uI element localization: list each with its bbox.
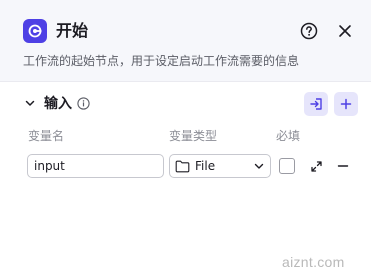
input-section-header[interactable]: 输入 [24, 92, 91, 114]
variable-type-select[interactable]: File [169, 154, 271, 178]
column-header-type: 变量类型 [169, 129, 218, 143]
chevron-down-icon [254, 163, 264, 169]
import-icon [310, 98, 322, 110]
panel-header: 开始 工作流的起始节点，用于设定启动工作流需要的信息 [0, 0, 371, 82]
variable-name-input[interactable]: input [27, 154, 164, 178]
close-button[interactable] [334, 20, 356, 42]
column-header-name: 变量名 [28, 129, 65, 143]
folder-icon [175, 160, 190, 172]
variable-type-value: File [195, 159, 216, 173]
required-checkbox[interactable] [279, 158, 295, 174]
plus-icon [340, 98, 352, 110]
node-title: 开始 [56, 21, 89, 40]
info-circle-icon[interactable] [77, 96, 91, 110]
chevron-down-icon[interactable] [24, 96, 38, 110]
column-header-required: 必填 [276, 129, 301, 143]
help-button[interactable] [298, 20, 320, 42]
question-circle-icon [300, 22, 318, 40]
start-node-icon [23, 19, 47, 43]
close-icon [339, 25, 351, 37]
remove-variable-button[interactable] [335, 158, 351, 174]
expand-icon [310, 160, 322, 172]
add-variable-button[interactable] [334, 92, 358, 116]
watermark: aiznt.com [282, 254, 345, 270]
minus-icon [337, 165, 349, 167]
input-section-title: 输入 [44, 96, 72, 112]
expand-variable-button[interactable] [308, 158, 324, 174]
start-node-panel: 开始 工作流的起始节点，用于设定启动工作流需要的信息 输入 变量名 变量类型 必… [0, 0, 371, 280]
node-description: 工作流的起始节点，用于设定启动工作流需要的信息 [23, 54, 300, 68]
import-variables-button[interactable] [304, 92, 328, 116]
